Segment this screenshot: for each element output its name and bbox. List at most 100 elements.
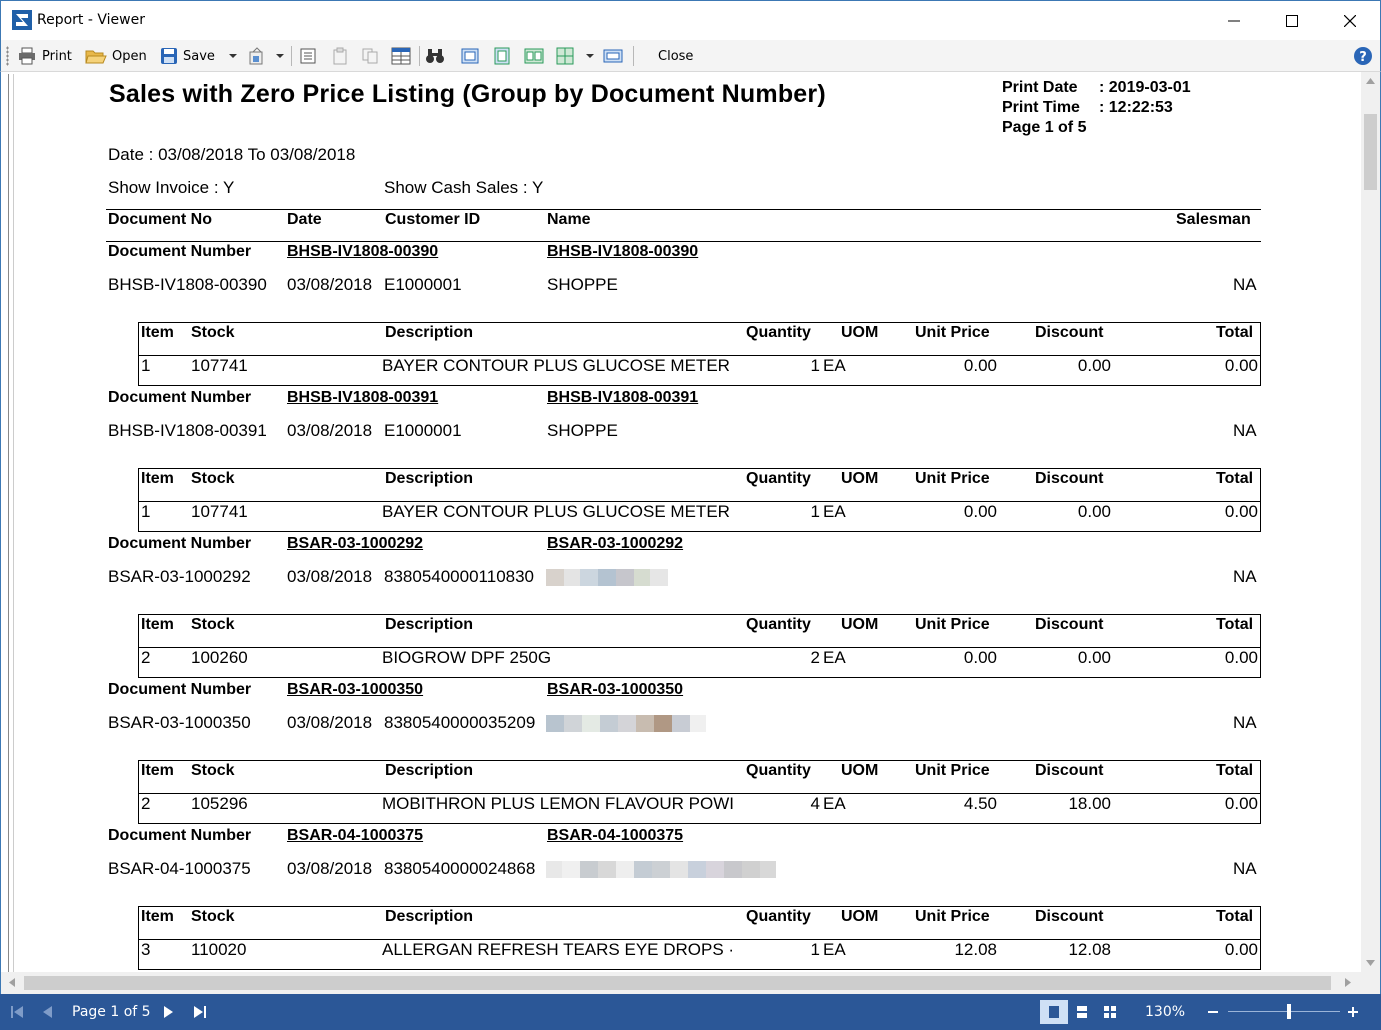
item-col-description: Description [385, 470, 474, 487]
customer-name: SHOPPE [547, 275, 618, 294]
vertical-scrollbar[interactable] [1361, 72, 1380, 972]
save-dropdown-arrow[interactable] [229, 54, 237, 58]
zoom-out-icon [1208, 1011, 1218, 1013]
group-label: Document Number [108, 827, 252, 844]
zoom-slider-thumb[interactable] [1287, 1004, 1291, 1019]
item-total: 0.00 [1224, 356, 1258, 375]
open-button[interactable]: Open [85, 44, 147, 68]
item-no: 3 [141, 940, 151, 959]
close-report-button[interactable]: Close [653, 44, 693, 68]
doc-date: 03/08/2018 [287, 567, 373, 586]
scroll-down-arrow-icon[interactable] [1366, 960, 1375, 966]
table-view-button[interactable] [391, 44, 411, 68]
last-page-button[interactable] [193, 994, 207, 1030]
item-col-quantity: Quantity [746, 908, 811, 925]
page-width-button[interactable] [493, 44, 511, 68]
find-button[interactable] [425, 44, 445, 68]
toolbar-grip[interactable] [6, 46, 9, 66]
maximize-button[interactable] [1263, 1, 1321, 41]
item-col-description: Description [385, 616, 474, 633]
scroll-right-arrow-icon[interactable] [1345, 978, 1351, 987]
copy-button[interactable] [361, 44, 379, 68]
item-no: 2 [141, 648, 151, 667]
print-button[interactable]: Print [17, 44, 72, 68]
item-col-quantity: Quantity [746, 324, 811, 341]
item-col-stock: Stock [191, 762, 235, 779]
item-col-unit-price: Unit Price [915, 762, 990, 779]
toolbar-separator [633, 46, 634, 66]
next-page-button[interactable] [164, 994, 174, 1030]
horizontal-scroll-thumb[interactable] [24, 976, 1331, 990]
table-icon [391, 47, 411, 65]
item-no: 1 [141, 356, 151, 375]
pages-dropdown-arrow[interactable] [586, 54, 594, 58]
save-button[interactable]: Save [160, 44, 215, 68]
item-col-discount: Discount [1035, 908, 1104, 925]
item-total: 0.00 [1224, 940, 1258, 959]
window-title: Report - Viewer [37, 12, 145, 28]
page-setup-button[interactable] [603, 44, 623, 68]
group-doc-number-2: BSAR-03-1000350 [547, 681, 684, 698]
two-pages-button[interactable] [524, 44, 544, 68]
item-col-item: Item [141, 470, 174, 487]
group-label: Document Number [108, 681, 252, 698]
toolbar-separator [419, 46, 420, 66]
header-rule-bottom [106, 241, 1261, 242]
item-col-discount: Discount [1035, 616, 1104, 633]
horizontal-scrollbar[interactable] [1, 972, 1361, 994]
vertical-scroll-thumb[interactable] [1364, 114, 1377, 190]
single-page-button[interactable] [461, 44, 479, 68]
item-col-description: Description [385, 324, 474, 341]
previous-page-button[interactable] [42, 994, 52, 1030]
close-window-button[interactable] [1321, 1, 1379, 41]
item-uom: EA [823, 502, 846, 521]
print-date-value: : 2019-03-01 [1099, 79, 1191, 96]
scroll-left-arrow-icon[interactable] [9, 978, 15, 987]
continuous-view-button[interactable] [1076, 994, 1088, 1030]
toolbar-separator [291, 46, 292, 66]
minimize-button[interactable] [1205, 1, 1263, 41]
item-no: 1 [141, 502, 151, 521]
item-unit-price: 0.00 [963, 502, 997, 521]
export-button[interactable] [247, 44, 267, 68]
zoom-slider-track [1228, 1011, 1340, 1012]
item-stock: 107741 [191, 356, 248, 375]
maximize-icon [1286, 15, 1298, 27]
doc-no: BSAR-03-1000350 [108, 713, 251, 732]
item-description: BAYER CONTOUR PLUS GLUCOSE METER [382, 502, 730, 521]
report-viewport[interactable]: Sales with Zero Price Listing (Group by … [0, 72, 1381, 995]
multiple-pages-button[interactable] [556, 44, 574, 68]
item-col-unit-price: Unit Price [915, 908, 990, 925]
single-page-view-button[interactable] [1040, 1000, 1068, 1024]
help-button[interactable]: ? [1353, 44, 1373, 68]
item-col-quantity: Quantity [746, 470, 811, 487]
doc-date: 03/08/2018 [287, 275, 373, 294]
item-no: 2 [141, 794, 151, 813]
multi-page-view-button[interactable] [1103, 994, 1117, 1030]
zoom-level: 130% [1145, 1004, 1186, 1020]
page-indicator: Page 1 of 5 [72, 1004, 151, 1020]
item-uom: EA [823, 940, 846, 959]
scroll-up-arrow-icon[interactable] [1366, 78, 1375, 84]
customer-id: E1000001 [384, 275, 462, 294]
col-name: Name [547, 211, 591, 228]
group-doc-number: BSAR-03-1000350 [287, 681, 424, 698]
doc-date: 03/08/2018 [287, 859, 373, 878]
item-qty: 1 [810, 356, 820, 375]
first-page-button[interactable] [10, 994, 24, 1030]
clipboard-button[interactable] [331, 44, 349, 68]
zoom-in-button[interactable] [1347, 994, 1359, 1030]
item-col-quantity: Quantity [746, 762, 811, 779]
show-invoice: Show Invoice : Y [108, 178, 235, 197]
item-stock: 107741 [191, 502, 248, 521]
customer-id: 8380540000035209 [384, 713, 536, 732]
zoom-slider[interactable] [1228, 994, 1340, 1030]
parameters-button[interactable] [299, 44, 317, 68]
two-pages-icon [524, 48, 544, 64]
page-label: Page 1 of 5 [1002, 119, 1087, 136]
col-date: Date [287, 211, 322, 228]
item-col-uom: UOM [841, 470, 879, 487]
header-rule-top [106, 209, 1261, 210]
export-dropdown-arrow[interactable] [276, 54, 284, 58]
zoom-out-button[interactable] [1207, 994, 1219, 1030]
